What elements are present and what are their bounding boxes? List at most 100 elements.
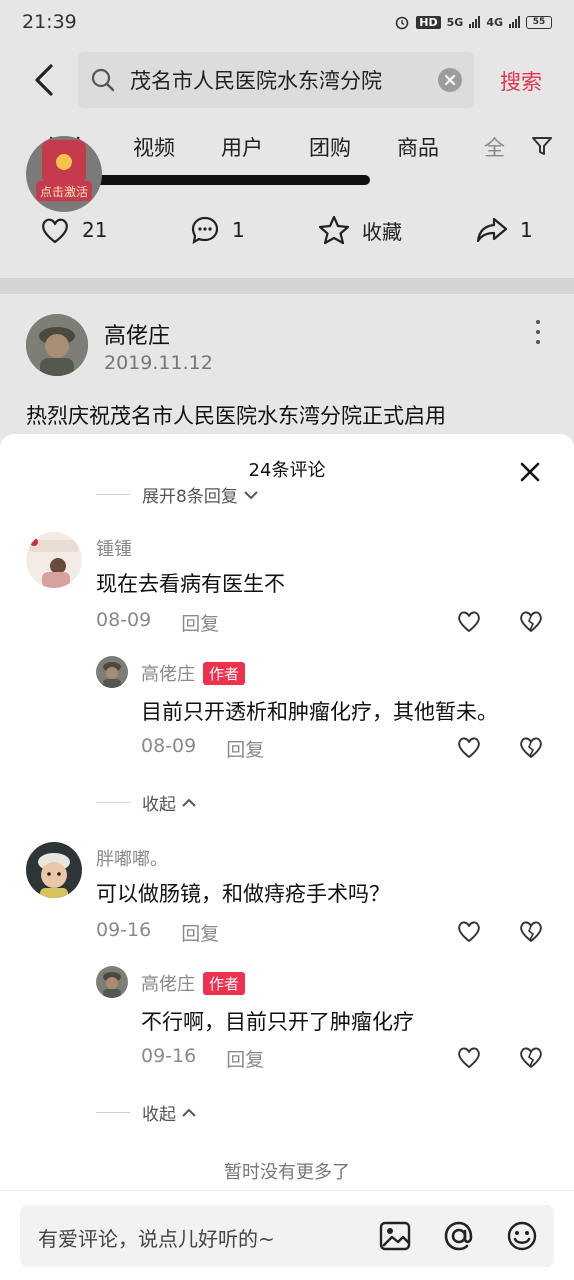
share-icon — [476, 217, 508, 243]
status-icons: HD 5G 4G 55 — [394, 14, 552, 30]
comment-date: 09-16 — [96, 919, 152, 941]
comments-title: 24条评论 — [248, 460, 326, 481]
reply-meta: 09-16 回复 — [141, 1045, 264, 1072]
reply-date: 09-16 — [141, 1045, 197, 1067]
post-date: 2019.11.12 — [104, 352, 213, 374]
comment-date: 08-09 — [96, 609, 152, 631]
battery-icon: 55 — [526, 15, 552, 29]
heart-icon[interactable] — [456, 1045, 482, 1069]
comment-avatar[interactable] — [26, 842, 82, 898]
avatar-image — [26, 532, 82, 588]
avatar-image — [96, 966, 128, 998]
reply-button[interactable]: 回复 — [226, 735, 264, 762]
comment-icon — [191, 216, 219, 245]
author-tag: 作者 — [203, 971, 246, 995]
comment-input-bar: 有爱评论，说点儿好听的~ — [0, 1190, 574, 1280]
status-time: 21:39 — [22, 11, 77, 33]
post-text: 热烈庆祝茂名市人民医院水东湾分院正式启用 — [26, 404, 446, 428]
collapse-label: 收起 — [142, 1105, 176, 1125]
dislike-icon[interactable] — [518, 609, 544, 633]
reply-avatar[interactable] — [96, 656, 128, 688]
reply-text: 目前只开透析和肿瘤化疗，其他暂未。 — [141, 700, 498, 724]
post-author-name[interactable]: 高佬庄 — [104, 318, 170, 350]
dislike-icon[interactable] — [518, 735, 544, 759]
reply-avatar[interactable] — [96, 966, 128, 998]
post-author-avatar[interactable] — [26, 314, 88, 376]
chevron-up-icon — [182, 1108, 196, 1117]
search-button[interactable]: 搜索 — [500, 66, 542, 96]
reply-button[interactable]: 回复 — [181, 609, 219, 636]
net-4g: 4G — [486, 15, 503, 29]
comment-text: 可以做肠镜，和做痔疮手术吗？ — [96, 882, 390, 906]
comment-author[interactable]: 锺锺 — [96, 535, 132, 561]
avatar-image — [26, 314, 88, 376]
no-more-label: 暂时没有更多了 — [224, 1162, 350, 1183]
collapse-replies-button[interactable]: 收起 — [96, 1100, 198, 1125]
back-icon — [35, 64, 53, 96]
image-icon[interactable] — [378, 1219, 412, 1253]
activation-badge-label: 点击激活 — [36, 181, 92, 201]
share-count: 1 — [520, 218, 533, 242]
divider-line — [96, 801, 130, 804]
dislike-icon[interactable] — [518, 1045, 544, 1069]
dislike-icon[interactable] — [518, 919, 544, 943]
hd-badge: HD — [416, 15, 441, 29]
author-tag: 作者 — [203, 661, 246, 685]
heart-icon[interactable] — [456, 735, 482, 759]
comment-meta: 09-16 回复 — [96, 919, 219, 946]
divider-line — [96, 1111, 130, 1114]
expand-replies-label: 展开8条回复 — [142, 487, 238, 507]
chevron-up-icon — [182, 798, 196, 807]
tab-groupbuy[interactable]: 团购 — [309, 132, 351, 162]
video-progress-bar — [60, 175, 370, 185]
reply-button[interactable]: 回复 — [181, 919, 219, 946]
collapse-replies-button[interactable]: 收起 — [96, 790, 198, 815]
heart-icon — [42, 218, 68, 244]
reply-author[interactable]: 高佬庄 作者 — [141, 660, 246, 686]
comment-author[interactable]: 胖嘟嘟。 — [96, 845, 168, 871]
emoji-icon[interactable] — [505, 1219, 539, 1253]
comment-input[interactable]: 有爱评论，说点儿好听的~ — [20, 1205, 554, 1267]
divider-line — [96, 493, 130, 496]
heart-icon[interactable] — [456, 919, 482, 943]
comment-button[interactable]: 1 — [190, 215, 245, 245]
tab-products[interactable]: 商品 — [397, 132, 439, 162]
chevron-down-icon — [244, 490, 258, 499]
like-button[interactable]: 21 — [40, 216, 107, 244]
reply-author[interactable]: 高佬庄 作者 — [141, 970, 246, 996]
post-actions: 21 1 收藏 1 — [0, 208, 574, 252]
tab-video[interactable]: 视频 — [133, 132, 175, 162]
net-5g: 5G — [446, 15, 464, 29]
search-icon — [91, 68, 115, 92]
at-icon[interactable] — [442, 1219, 476, 1253]
reply-date: 08-09 — [141, 735, 197, 757]
reply-button[interactable]: 回复 — [226, 1045, 264, 1072]
expand-replies-button[interactable]: 展开8条回复 — [96, 482, 260, 507]
tab-users[interactable]: 用户 — [221, 132, 263, 162]
star-icon — [318, 215, 350, 245]
comment-meta: 08-09 回复 — [96, 609, 219, 636]
clear-button[interactable] — [438, 68, 462, 92]
heart-icon[interactable] — [456, 609, 482, 633]
comments-sheet: 24条评论 展开8条回复 锺锺 现在去看病有医生不 08-09 回复 高佬庄 作者… — [0, 434, 574, 1280]
activation-badge[interactable]: 点击激活 — [26, 136, 102, 212]
search-input[interactable]: 茂名市人民医院水东湾分院 — [78, 52, 474, 108]
search-header: 茂名市人民医院水东湾分院 搜索 — [0, 50, 574, 110]
more-icon[interactable] — [528, 320, 548, 344]
favorite-button[interactable]: 收藏 — [318, 215, 402, 245]
collapse-label: 收起 — [142, 795, 176, 815]
clear-icon — [445, 75, 455, 85]
favorite-label: 收藏 — [362, 219, 402, 244]
close-icon[interactable] — [518, 460, 542, 484]
back-button[interactable] — [24, 60, 64, 100]
reply-text: 不行啊，目前只开了肿瘤化疗 — [141, 1010, 414, 1034]
like-count: 21 — [82, 218, 108, 242]
filter-icon[interactable] — [530, 134, 554, 158]
tab-more[interactable]: 全 — [484, 132, 505, 162]
feed-divider — [0, 278, 574, 294]
status-bar: 21:39 HD 5G 4G 55 — [0, 0, 574, 44]
red-packet-icon — [42, 140, 86, 184]
avatar-image — [26, 842, 82, 898]
share-button[interactable]: 1 — [476, 216, 533, 244]
comment-avatar[interactable] — [26, 532, 82, 588]
